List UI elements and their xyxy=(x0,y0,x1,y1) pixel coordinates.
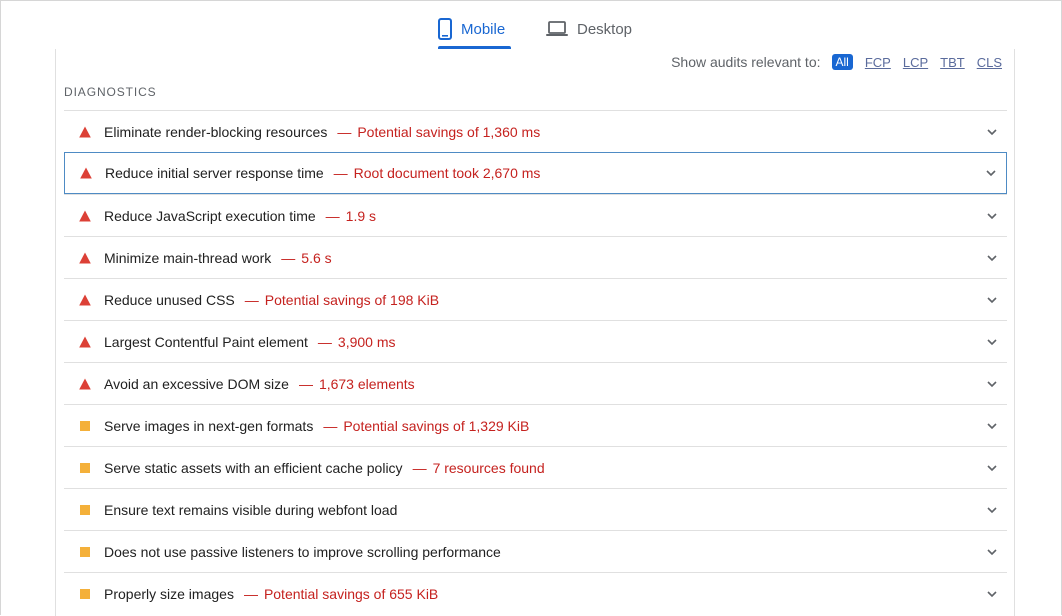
chevron-down-icon[interactable] xyxy=(984,166,998,180)
chevron-down-icon[interactable] xyxy=(985,335,999,349)
chevron-down-icon[interactable] xyxy=(985,293,999,307)
audit-display-value: 3,900 ms xyxy=(337,333,396,350)
audit-separator: — xyxy=(333,165,348,181)
audit-row[interactable]: Reduce unused CSS — Potential savings of 1… xyxy=(64,278,1007,320)
audit-separator: — xyxy=(243,585,258,602)
audit-row[interactable]: Ensure text remains visible during webfo… xyxy=(64,488,1007,530)
fail-triangle-icon xyxy=(64,252,104,264)
audit-filter: Show audits relevant to: All FCP LCP TBT… xyxy=(671,49,1002,75)
chevron-down-icon[interactable] xyxy=(985,251,999,265)
fail-triangle-icon xyxy=(65,167,105,179)
audit-row[interactable]: Serve static assets with an efficient ca… xyxy=(64,446,1007,488)
audit-separator: — xyxy=(317,333,332,350)
audit-display-value: Potential savings of 655 KiB xyxy=(263,585,439,602)
warn-square-icon xyxy=(64,420,104,431)
fail-triangle-icon xyxy=(64,378,104,390)
audit-separator: — xyxy=(281,249,296,266)
audit-title: Reduce JavaScript execution time xyxy=(104,207,316,224)
fail-triangle-icon xyxy=(64,210,104,222)
filter-cls[interactable]: CLS xyxy=(977,55,1002,70)
audit-title: Reduce initial server response time xyxy=(105,165,324,181)
audit-title: Reduce unused CSS xyxy=(104,291,235,308)
audit-separator: — xyxy=(323,417,338,434)
chevron-down-icon[interactable] xyxy=(985,209,999,223)
audit-display-value: Potential savings of 1,329 KiB xyxy=(343,417,530,434)
diagnostics-panel: Show audits relevant to: All FCP LCP TBT… xyxy=(55,49,1015,616)
audit-display-value: 1,673 elements xyxy=(318,375,415,392)
audit-title: Serve static assets with an efficient ca… xyxy=(104,459,403,476)
audit-title: Eliminate render-blocking resources xyxy=(104,123,328,140)
audit-row[interactable]: Properly size images — Potential savings o… xyxy=(64,572,1007,614)
fail-triangle-icon xyxy=(64,294,104,306)
filter-lcp[interactable]: LCP xyxy=(903,55,928,70)
fail-triangle-icon xyxy=(64,336,104,348)
audit-separator: — xyxy=(244,291,259,308)
audit-row[interactable]: Largest Contentful Paint element — 3,900 m… xyxy=(64,320,1007,362)
section-title: DIAGNOSTICS xyxy=(64,85,157,99)
audit-row[interactable]: Serve images in next-gen formats — Potenti… xyxy=(64,404,1007,446)
smartphone-icon xyxy=(438,18,452,40)
audit-display-value: Potential savings of 198 KiB xyxy=(264,291,440,308)
audit-separator: — xyxy=(337,123,352,140)
chevron-down-icon[interactable] xyxy=(985,125,999,139)
audit-list: Eliminate render-blocking resources — Pote… xyxy=(64,110,1007,614)
audit-separator: — xyxy=(412,459,427,476)
warn-square-icon xyxy=(64,588,104,599)
audit-title: Does not use passive listeners to improv… xyxy=(104,543,501,560)
tab-mobile[interactable]: Mobile xyxy=(438,9,511,49)
audit-display-value: 1.9 s xyxy=(345,207,377,224)
audit-row[interactable]: Reduce JavaScript execution time — 1.9 s xyxy=(64,194,1007,236)
audit-row[interactable]: Reduce initial server response time — Root… xyxy=(64,152,1007,194)
filter-label: Show audits relevant to: xyxy=(671,54,821,70)
audit-row[interactable]: Does not use passive listeners to improv… xyxy=(64,530,1007,572)
tab-mobile-label: Mobile xyxy=(461,20,506,38)
audit-title: Properly size images xyxy=(104,585,234,602)
audit-separator: — xyxy=(325,207,340,224)
chevron-down-icon[interactable] xyxy=(985,503,999,517)
audit-row[interactable]: Eliminate render-blocking resources — Pote… xyxy=(64,110,1007,152)
chevron-down-icon[interactable] xyxy=(985,377,999,391)
audit-row[interactable]: Minimize main-thread work — 5.6 s xyxy=(64,236,1007,278)
filter-fcp[interactable]: FCP xyxy=(865,55,891,70)
audit-display-value: 7 resources found xyxy=(432,459,545,476)
warn-square-icon xyxy=(64,462,104,473)
chevron-down-icon[interactable] xyxy=(985,419,999,433)
audit-separator: — xyxy=(298,375,313,392)
chevron-down-icon[interactable] xyxy=(985,587,999,601)
laptop-icon xyxy=(546,21,568,37)
tab-desktop-label: Desktop xyxy=(577,20,633,38)
filter-all[interactable]: All xyxy=(831,54,853,70)
audit-title: Minimize main-thread work xyxy=(104,249,272,266)
fail-triangle-icon xyxy=(64,126,104,138)
audit-title: Largest Contentful Paint element xyxy=(104,333,308,350)
warn-square-icon xyxy=(64,546,104,557)
audit-display-value: 5.6 s xyxy=(301,249,332,266)
tab-desktop[interactable]: Desktop xyxy=(546,9,632,49)
audit-display-value: Potential savings of 1,360 ms xyxy=(357,123,541,140)
audit-title: Serve images in next-gen formats xyxy=(104,417,314,434)
audit-row[interactable]: Avoid an excessive DOM size — 1,673 elemen… xyxy=(64,362,1007,404)
audit-title: Avoid an excessive DOM size xyxy=(104,375,289,392)
chevron-down-icon[interactable] xyxy=(985,461,999,475)
filter-tbt[interactable]: TBT xyxy=(940,55,965,70)
warn-square-icon xyxy=(64,504,104,515)
audit-title: Ensure text remains visible during webfo… xyxy=(104,501,398,518)
report-frame: Mobile Desktop Show audits relevant to: … xyxy=(0,0,1062,616)
audit-display-value: Root document took 2,670 ms xyxy=(353,165,541,181)
device-tabs: Mobile Desktop xyxy=(1,1,1062,49)
chevron-down-icon[interactable] xyxy=(985,545,999,559)
